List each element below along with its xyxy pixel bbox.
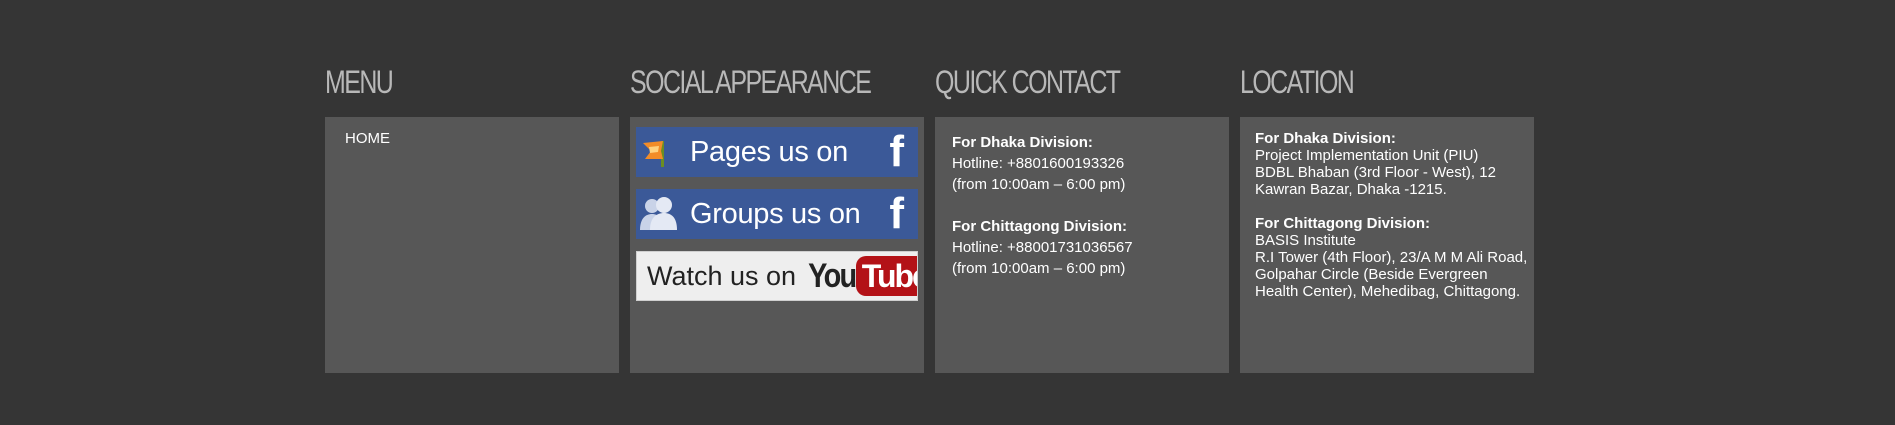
facebook-logo-icon: f	[889, 127, 904, 176]
group-icon	[636, 189, 680, 239]
contact-heading: For Chittagong Division:	[952, 218, 1127, 235]
facebook-pages-label: Pages us on	[690, 135, 848, 168]
address-line: Kawran Bazar, Dhaka -1215.	[1255, 181, 1447, 198]
youtube-button[interactable]: Watch us on You Tube	[636, 251, 918, 301]
contact-hotline: Hotline: +88001731036567	[952, 239, 1133, 256]
menu-panel: HOME	[325, 117, 619, 373]
contact-chittagong: For Chittagong Division: Hotline: +88001…	[952, 216, 1229, 279]
location-heading: For Dhaka Division:	[1255, 130, 1396, 147]
social-panel: Pages us on f Groups us on f Watch us on	[630, 117, 924, 373]
location-chittagong: For Chittagong Division: BASIS Institute…	[1255, 215, 1534, 300]
social-column: SOCIAL APPEARANCE Pages us on f Groups u…	[630, 60, 924, 373]
address-line: R.I Tower (4th Floor), 23/A M M Ali Road…	[1255, 249, 1528, 266]
youtube-logo-tube: Tube	[855, 256, 917, 296]
contact-column: QUICK CONTACT For Dhaka Division: Hotlin…	[935, 60, 1229, 373]
location-heading: For Chittagong Division:	[1255, 215, 1430, 232]
facebook-logo-icon: f	[889, 189, 904, 238]
footer: MENU HOME SOCIAL APPEARANCE Pages us on …	[0, 0, 1895, 425]
address-line: Project Implementation Unit (PIU)	[1255, 147, 1479, 164]
youtube-logo-you: You	[808, 256, 857, 295]
facebook-pages-button[interactable]: Pages us on f	[636, 127, 918, 177]
facebook-groups-label: Groups us on	[690, 197, 861, 230]
youtube-label: Watch us on	[647, 260, 797, 291]
menu-column: MENU HOME	[325, 60, 619, 373]
social-title: SOCIAL APPEARANCE	[630, 64, 872, 100]
address-line: Health Center), Mehedibag, Chittagong.	[1255, 283, 1521, 300]
address-line: BDBL Bhaban (3rd Floor - West), 12	[1255, 164, 1496, 181]
contact-hours: (from 10:00am – 6:00 pm)	[952, 176, 1126, 193]
contact-hours: (from 10:00am – 6:00 pm)	[952, 260, 1126, 277]
contact-panel: For Dhaka Division: Hotline: +8801600193…	[935, 117, 1229, 373]
location-title: LOCATION	[1240, 64, 1355, 100]
contact-dhaka: For Dhaka Division: Hotline: +8801600193…	[952, 132, 1229, 195]
address-line: Golpahar Circle (Beside Evergreen	[1255, 266, 1488, 283]
menu-item-home[interactable]: HOME	[345, 130, 390, 147]
location-column: LOCATION For Dhaka Division: Project Imp…	[1240, 60, 1534, 373]
location-panel: For Dhaka Division: Project Implementati…	[1240, 117, 1534, 373]
contact-title: QUICK CONTACT	[935, 64, 1121, 100]
flag-icon	[636, 127, 680, 177]
contact-hotline: Hotline: +8801600193326	[952, 155, 1125, 172]
menu-title: MENU	[325, 64, 394, 100]
address-line: BASIS Institute	[1255, 232, 1356, 249]
location-dhaka: For Dhaka Division: Project Implementati…	[1255, 130, 1534, 198]
contact-heading: For Dhaka Division:	[952, 134, 1093, 151]
facebook-groups-button[interactable]: Groups us on f	[636, 189, 918, 239]
